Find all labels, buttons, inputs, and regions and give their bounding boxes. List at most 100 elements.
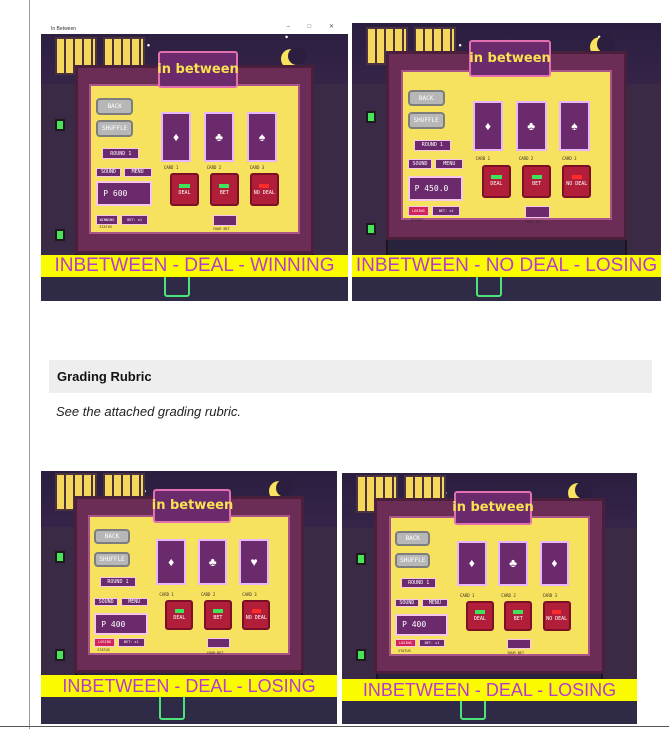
bet-label: BET [513, 616, 523, 623]
card-2: ♣ [498, 540, 528, 586]
card-1-label: CARD 1 [475, 156, 491, 162]
bet-label: BET [532, 181, 542, 188]
game-screenshot-1: In Between – □ ✕ in between BACK SHUFFLE… [41, 23, 348, 301]
bet-button[interactable]: BET [203, 600, 232, 631]
green-light-icon [366, 111, 376, 123]
your-bet-field[interactable] [212, 214, 238, 226]
card-3: ♠ [246, 111, 278, 162]
bet-label: BET [213, 615, 223, 622]
sound-button[interactable]: SOUND [94, 597, 118, 607]
deal-button[interactable]: DEAL [169, 173, 200, 207]
green-light-icon [356, 553, 366, 565]
menu-button[interactable]: MENU [435, 159, 464, 169]
card-2-label: CARD 2 [501, 593, 516, 599]
window-title: In Between [51, 25, 77, 32]
round-indicator: ROUND 1 [413, 139, 451, 151]
green-light-icon [55, 119, 65, 131]
bet-multiplier-button[interactable]: BET: x1 [418, 638, 446, 648]
screenshot-caption: INBETWEEN - DEAL - WINNING [41, 255, 348, 277]
back-button[interactable]: BACK [96, 98, 134, 115]
bet-button[interactable]: BET [209, 173, 239, 207]
no-deal-button[interactable]: NO DEAL [242, 600, 271, 631]
shuffle-button[interactable]: SHUFFLE [94, 551, 130, 568]
card-2-label: CARD 2 [206, 164, 222, 170]
status-indicator: LOSING [94, 637, 115, 647]
back-button[interactable]: BACK [94, 529, 130, 545]
card-3-label: CARD 3 [542, 593, 558, 599]
card-1: ♦ [156, 539, 187, 585]
your-bet-field[interactable] [206, 637, 231, 649]
deal-label: DEAL [173, 615, 186, 622]
card-1: ♦ [457, 540, 487, 586]
game-logo: in between [157, 50, 239, 89]
left-margin-rule [29, 0, 30, 729]
screenshot-caption: INBETWEEN - DEAL - LOSING [41, 675, 337, 697]
deal-button[interactable]: DEAL [465, 601, 494, 632]
deal-button[interactable]: DEAL [481, 164, 512, 199]
no-deal-button[interactable]: NO DEAL [542, 601, 571, 632]
back-button[interactable]: BACK [395, 530, 431, 546]
game-logo: in between [152, 488, 233, 524]
bet-multiplier-button[interactable]: BET: x1 [432, 206, 461, 217]
bet-multiplier-button[interactable]: BET: x1 [117, 637, 145, 647]
card-3: ♥ [239, 539, 269, 585]
card-2-label: CARD 2 [518, 156, 534, 162]
status-label: STATUS [99, 224, 112, 229]
green-light-icon [366, 223, 376, 235]
window-controls[interactable]: – □ ✕ [287, 23, 342, 30]
bet-button[interactable]: BET [504, 601, 533, 632]
menu-button[interactable]: MENU [123, 167, 152, 178]
money-display: P 400 [94, 612, 148, 636]
round-indicator: ROUND 1 [401, 578, 437, 589]
shuffle-button[interactable]: SHUFFLE [96, 120, 134, 137]
your-bet-label: YOUR BET [507, 651, 525, 656]
no-deal-label: NO DEAL [245, 615, 267, 622]
sound-button[interactable]: SOUND [407, 159, 433, 169]
card-3-label: CARD 3 [242, 592, 257, 598]
card-2: ♣ [203, 111, 235, 162]
card-3: ♠ [559, 100, 590, 151]
sound-button[interactable]: SOUND [395, 598, 419, 608]
menu-button[interactable]: MENU [421, 598, 449, 608]
deal-label: DEAL [473, 616, 486, 623]
card-3: ♦ [539, 540, 570, 586]
green-light-icon [55, 229, 65, 241]
status-label: STATUS [410, 217, 424, 222]
your-bet-field[interactable] [507, 638, 531, 649]
green-light-icon [55, 551, 65, 563]
bet-multiplier-button[interactable]: BET: x1 [120, 214, 149, 225]
green-light-icon [55, 649, 65, 661]
game-screenshot-2: in between BACK SHUFFLE ROUND 1 SOUND ME… [352, 23, 661, 301]
no-deal-button[interactable]: NO DEAL [562, 164, 592, 199]
sound-button[interactable]: SOUND [96, 167, 121, 178]
card-2: ♣ [197, 539, 228, 585]
no-deal-label: NO DEAL [253, 189, 275, 196]
your-bet-field[interactable] [525, 206, 550, 218]
status-label: STATUS [398, 648, 411, 653]
money-display: P 400 [395, 613, 449, 637]
money-display: P 600 [96, 181, 152, 207]
your-bet-label: YOUR BET [212, 227, 230, 232]
no-deal-label: NO DEAL [566, 181, 588, 188]
status-indicator: LOSING [395, 638, 416, 648]
bet-button[interactable]: BET [521, 164, 552, 199]
screenshot-caption: INBETWEEN - DEAL - LOSING [342, 679, 637, 701]
menu-button[interactable]: MENU [120, 597, 148, 607]
card-1: ♦ [472, 100, 504, 151]
no-deal-button[interactable]: NO DEAL [249, 173, 279, 207]
card-1: ♦ [160, 111, 192, 162]
game-logo: in between [469, 39, 551, 78]
game-logo: in between [452, 490, 534, 525]
deal-label: DEAL [490, 181, 503, 188]
deal-button[interactable]: DEAL [165, 600, 194, 631]
back-button[interactable]: BACK [407, 89, 445, 107]
card-1-label: CARD 1 [159, 592, 174, 598]
status-indicator: WINNING [96, 214, 118, 225]
status-indicator: LOSING [407, 206, 430, 217]
card-3-label: CARD 3 [249, 164, 265, 170]
green-light-icon [356, 649, 366, 661]
shuffle-button[interactable]: SHUFFLE [395, 553, 431, 569]
shuffle-button[interactable]: SHUFFLE [407, 111, 445, 129]
card-1-label: CARD 1 [163, 164, 179, 170]
bottom-rule [0, 726, 669, 727]
